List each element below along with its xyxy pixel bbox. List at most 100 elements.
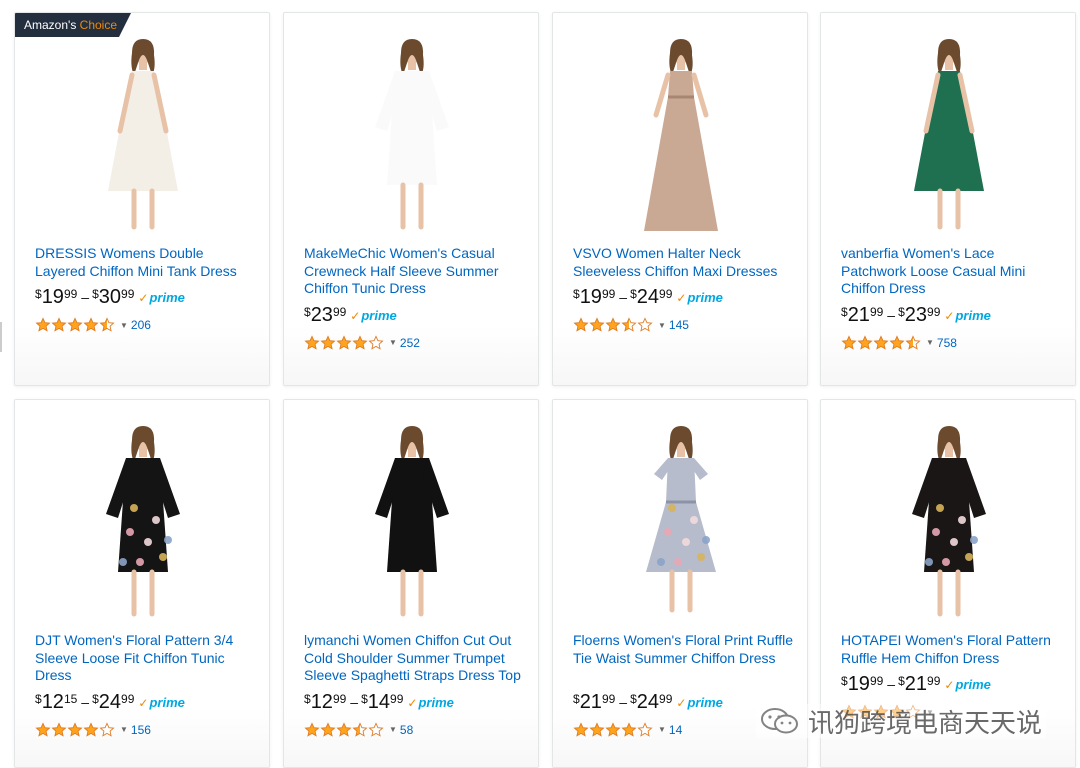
star-rating[interactable] <box>35 317 115 333</box>
rating[interactable]: ▼ 758 <box>841 334 957 352</box>
star-rating[interactable] <box>35 722 115 738</box>
product-card[interactable]: MakeMeChic Women's Casual Crewneck Half … <box>283 12 539 386</box>
prime-label: prime <box>955 307 991 323</box>
star-full-icon <box>589 722 605 737</box>
review-count-link[interactable]: 145 <box>669 318 689 332</box>
price: $19 99– $21 99 ✓ prime <box>841 673 991 697</box>
price: $23 99 ✓ prime <box>304 304 397 328</box>
star-full-icon <box>605 317 621 332</box>
rating[interactable]: ▼ 14 <box>573 721 682 739</box>
rating-dropdown-icon[interactable]: ▼ <box>926 338 934 347</box>
price: $21 99– $23 99 ✓ prime <box>841 304 991 328</box>
prime-badge: ✓ prime <box>138 290 184 306</box>
rating[interactable]: ▼ 58 <box>304 721 413 739</box>
star-full-icon <box>304 335 320 350</box>
product-title-link[interactable]: DJT Women's Floral Pattern 3/4 Sleeve Lo… <box>35 632 257 685</box>
product-title-link[interactable]: vanberfia Women's Lace Patchwork Loose C… <box>841 245 1063 298</box>
rating[interactable]: ▼ 252 <box>304 334 420 352</box>
dress-image[interactable] <box>606 422 756 622</box>
prime-check-icon: ✓ <box>944 678 955 693</box>
star-full-icon <box>605 722 621 737</box>
price: $12 15– $24 99 ✓ prime <box>35 691 185 715</box>
price-fraction: 99 <box>869 304 884 319</box>
product-image[interactable] <box>571 35 791 235</box>
product-title-link[interactable]: VSVO Women Halter Neck Sleeveless Chiffo… <box>573 245 795 280</box>
price-whole: 19 <box>41 286 64 309</box>
product-image[interactable] <box>571 422 791 622</box>
product-card[interactable]: lymanchi Women Chiffon Cut Out Cold Shou… <box>283 399 539 768</box>
product-title-link[interactable]: lymanchi Women Chiffon Cut Out Cold Shou… <box>304 632 526 685</box>
star-full-icon <box>889 335 905 350</box>
product-card[interactable]: DJT Women's Floral Pattern 3/4 Sleeve Lo… <box>14 399 270 768</box>
star-full-icon <box>336 335 352 350</box>
rating[interactable]: ▼ 206 <box>35 316 151 334</box>
prime-check-icon: ✓ <box>676 291 687 306</box>
product-image[interactable] <box>33 35 253 235</box>
prime-label: prime <box>418 694 454 710</box>
star-rating[interactable] <box>841 335 921 351</box>
product-image[interactable] <box>302 35 522 235</box>
dress-image[interactable] <box>874 422 1024 622</box>
left-divider <box>0 322 2 352</box>
star-full-icon <box>83 722 99 737</box>
product-card[interactable]: vanberfia Women's Lace Patchwork Loose C… <box>820 12 1076 386</box>
rating[interactable]: ▼ 156 <box>35 721 151 739</box>
review-count-link[interactable]: 14 <box>669 723 682 737</box>
star-rating[interactable] <box>304 722 384 738</box>
rating-dropdown-icon[interactable]: ▼ <box>658 321 666 330</box>
dress-image[interactable] <box>68 35 218 235</box>
star-rating[interactable] <box>304 335 384 351</box>
price: $12 99– $14 99 ✓ prime <box>304 691 454 715</box>
rating[interactable]: ▼ 145 <box>573 316 689 334</box>
price-fraction: 99 <box>63 287 78 302</box>
currency-symbol: $ <box>92 287 99 302</box>
review-count-link[interactable]: 58 <box>400 723 413 737</box>
currency-symbol: $ <box>630 287 637 302</box>
dress-image[interactable] <box>337 422 487 622</box>
price-fraction: 99 <box>659 691 673 706</box>
product-grid: Amazon's Choice DRESSIS Womens Double Lay… <box>0 0 1080 768</box>
product-image[interactable] <box>302 422 522 622</box>
currency-symbol: $ <box>35 691 42 706</box>
rating-dropdown-icon[interactable]: ▼ <box>658 725 666 734</box>
product-title-link[interactable]: Floerns Women's Floral Print Ruffle Tie … <box>573 632 795 667</box>
dress-image[interactable] <box>874 35 1024 235</box>
star-rating[interactable] <box>573 722 653 738</box>
currency-symbol: $ <box>573 691 580 706</box>
rating-dropdown-icon[interactable]: ▼ <box>389 725 397 734</box>
product-image[interactable] <box>839 422 1059 622</box>
price-whole: 24 <box>98 690 122 713</box>
currency-symbol: $ <box>304 304 311 319</box>
rating-dropdown-icon[interactable]: ▼ <box>389 338 397 347</box>
star-full-icon <box>67 317 83 332</box>
dress-image[interactable] <box>337 35 487 235</box>
review-count-link[interactable]: 206 <box>131 318 151 332</box>
star-half-icon <box>352 722 368 737</box>
product-image[interactable] <box>33 422 253 622</box>
star-full-icon <box>352 335 368 350</box>
review-count-link[interactable]: 156 <box>131 723 151 737</box>
product-title-link[interactable]: MakeMeChic Women's Casual Crewneck Half … <box>304 245 526 298</box>
product-title-link[interactable]: HOTAPEI Women's Floral Pattern Ruffle He… <box>841 632 1063 667</box>
product-card[interactable]: Amazon's Choice DRESSIS Womens Double Lay… <box>14 12 270 386</box>
product-image[interactable] <box>839 35 1059 235</box>
prime-check-icon: ✓ <box>350 308 361 323</box>
price-whole: 30 <box>98 286 122 309</box>
prime-label: prime <box>687 694 723 710</box>
product-card[interactable]: VSVO Women Halter Neck Sleeveless Chiffo… <box>552 12 808 386</box>
star-half-icon <box>905 335 921 350</box>
dress-image[interactable] <box>606 35 756 235</box>
star-rating[interactable] <box>573 317 653 333</box>
price-fraction: 99 <box>390 691 404 706</box>
price-fraction: 99 <box>332 691 347 706</box>
rating-dropdown-icon[interactable]: ▼ <box>120 725 128 734</box>
rating-dropdown-icon[interactable]: ▼ <box>120 321 128 330</box>
product-title-link[interactable]: DRESSIS Womens Double Layered Chiffon Mi… <box>35 245 257 280</box>
star-half-icon <box>99 317 115 332</box>
prime-badge: ✓ prime <box>138 695 184 711</box>
dress-image[interactable] <box>68 422 218 622</box>
prime-badge: ✓ prime <box>944 308 990 324</box>
review-count-link[interactable]: 758 <box>937 336 957 350</box>
review-count-link[interactable]: 252 <box>400 336 420 350</box>
price-whole: 19 <box>579 286 602 309</box>
